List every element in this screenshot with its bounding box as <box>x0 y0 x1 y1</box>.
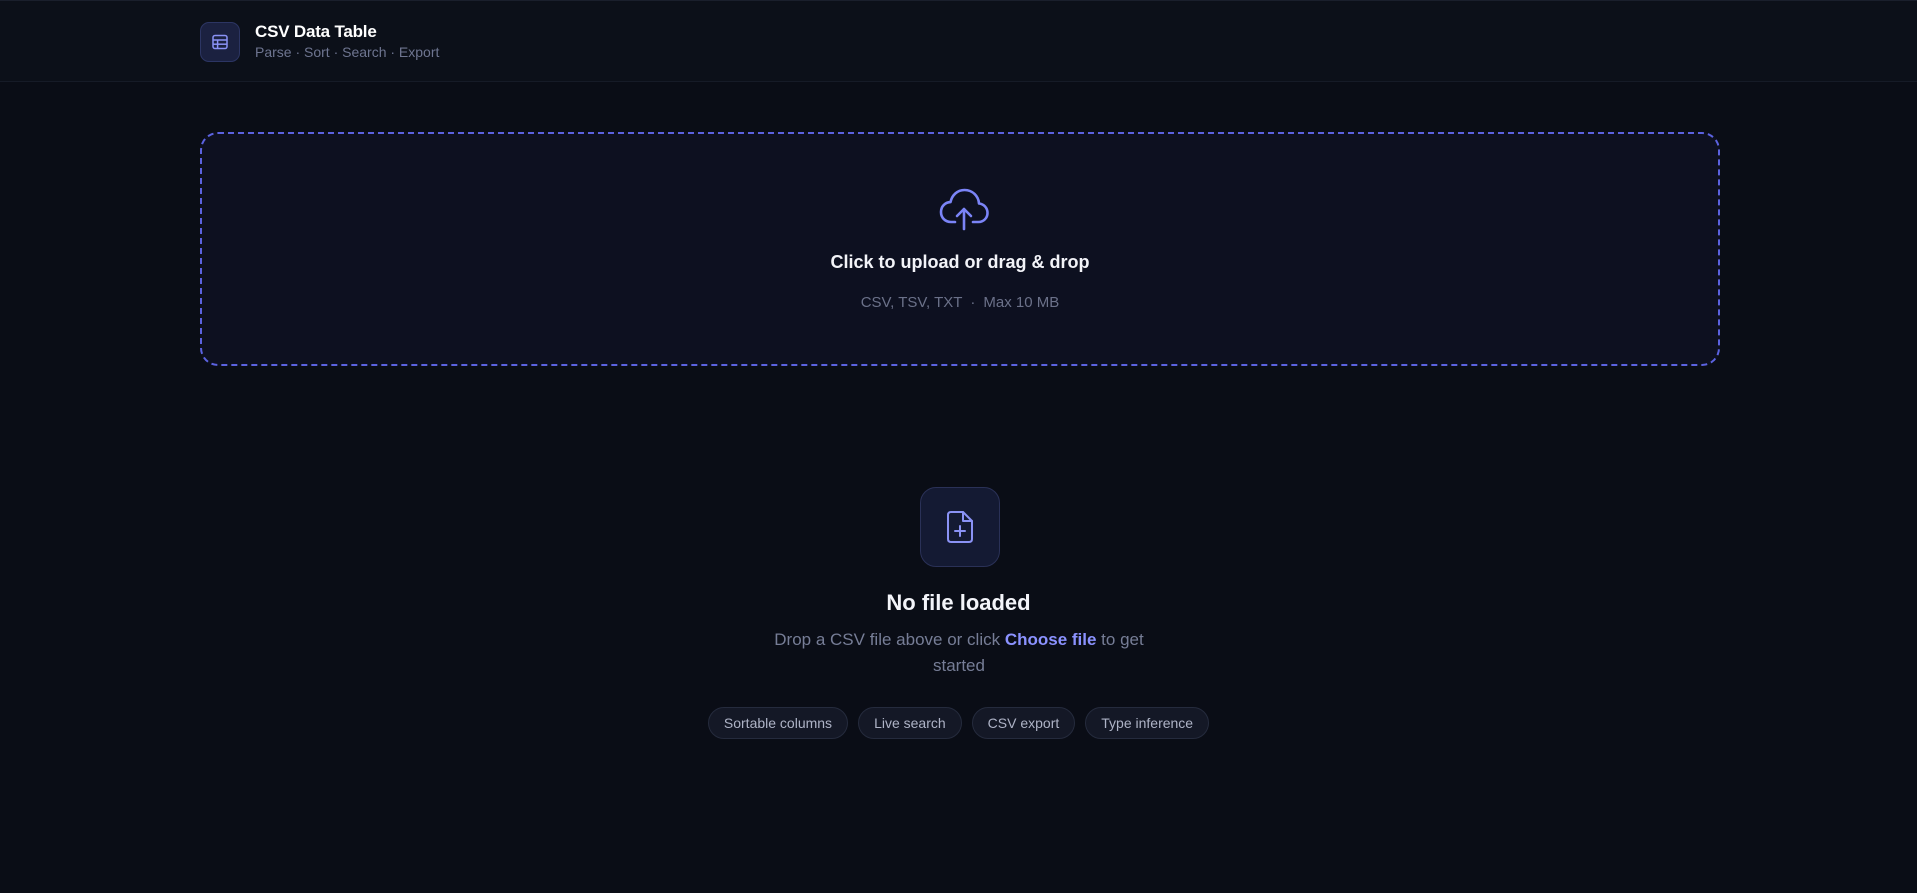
accepted-formats: CSV, TSV, TXT <box>860 294 963 311</box>
hint-separator: · <box>970 294 976 311</box>
empty-state-description: Drop a CSV file above or click Choose fi… <box>768 627 1150 679</box>
feature-chip-sortable: Sortable columns <box>707 707 849 739</box>
file-plus-icon <box>920 487 1000 567</box>
max-size: Max 10 MB <box>983 294 1060 311</box>
feature-chips: Sortable columns Live search CSV export … <box>0 707 1917 739</box>
upload-dropzone[interactable]: Click to upload or drag & drop CSV, TSV,… <box>200 132 1720 366</box>
brand: CSV Data Table Parse · Sort · Search · E… <box>200 22 439 62</box>
feature-chip-search: Live search <box>858 707 962 739</box>
upload-title: Click to upload or drag & drop <box>830 252 1090 272</box>
app-title: CSV Data Table <box>255 22 377 41</box>
brand-text: CSV Data Table Parse · Sort · Search · E… <box>255 22 439 62</box>
upload-hint: CSV, TSV, TXT · Max 10 MB <box>202 294 1718 311</box>
app-subtitle: Parse · Sort · Search · Export <box>255 44 440 60</box>
table-icon <box>200 22 240 62</box>
empty-state-title: No file loaded <box>886 590 1031 615</box>
feature-chip-export: CSV export <box>971 707 1076 739</box>
cloud-upload-icon <box>938 186 990 232</box>
empty-desc-before: Drop a CSV file above or click <box>774 630 1005 649</box>
choose-file-link[interactable]: Choose file <box>1005 630 1097 649</box>
top-bar: CSV Data Table Parse · Sort · Search · E… <box>0 0 1917 82</box>
feature-chip-types: Type inference <box>1085 707 1210 739</box>
